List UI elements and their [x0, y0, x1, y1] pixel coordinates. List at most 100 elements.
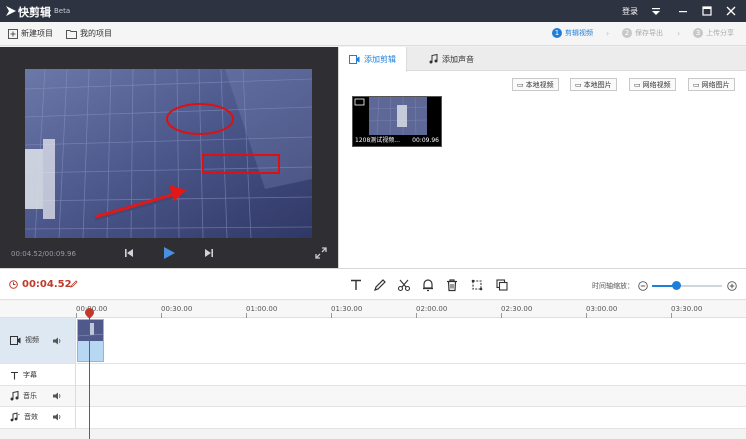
step-number: 2: [622, 28, 632, 38]
step-upload-share[interactable]: 3 上传分享: [693, 28, 734, 38]
preview-pane: 00:04.52/00:09.96: [0, 47, 338, 268]
step-number: 3: [693, 28, 703, 38]
play-icon[interactable]: [162, 246, 176, 260]
new-project-label: 新建项目: [21, 29, 53, 38]
menu-bar: 新建项目 我的项目 1 剪辑视频 › 2 保存导出 › 3 上传分享: [0, 22, 746, 46]
clip-duration: 00:09.96: [412, 137, 439, 144]
step-label: 剪辑视频: [565, 29, 593, 37]
track-label: 音乐: [23, 392, 37, 400]
zoom-out-icon[interactable]: [638, 281, 648, 291]
chevron-right-icon: ›: [606, 29, 610, 38]
current-time: 00:04.52: [22, 279, 72, 290]
subtitle-track[interactable]: 字幕: [0, 364, 746, 386]
video-icon: [349, 55, 360, 64]
beta-label: Beta: [54, 7, 71, 15]
video-frame[interactable]: [25, 69, 312, 238]
text-icon: [11, 371, 18, 379]
new-project-button[interactable]: 新建项目: [8, 28, 53, 39]
crop-rotate-icon[interactable]: [470, 278, 484, 292]
step-edit-video[interactable]: 1 剪辑视频: [552, 28, 593, 38]
music-track[interactable]: 音乐: [0, 386, 746, 407]
track-label: 音效: [24, 413, 38, 421]
local-video-button[interactable]: ▭ 本地视频: [512, 78, 559, 91]
speaker-icon[interactable]: [52, 412, 62, 422]
speaker-icon[interactable]: [52, 336, 62, 346]
copy-icon[interactable]: [495, 278, 509, 292]
music-icon: [10, 391, 19, 401]
tab-add-audio[interactable]: 添加声音: [419, 47, 484, 71]
video-track[interactable]: 视频: [0, 318, 746, 364]
speaker-icon[interactable]: [52, 391, 62, 401]
my-projects-button[interactable]: 我的项目: [66, 28, 112, 39]
image-file-icon: ▭: [575, 80, 582, 89]
playhead-line: [89, 311, 90, 439]
ruler-tick-label: 00:30.00: [161, 305, 193, 313]
app-logo-icon: [6, 6, 16, 16]
zoom-label: 时间轴缩放：: [592, 282, 634, 290]
ruler-tick-label: 03:30.00: [671, 305, 703, 313]
clock-icon: [9, 280, 18, 289]
next-frame-icon[interactable]: [202, 246, 216, 260]
preview-time: 00:04.52/00:09.96: [11, 250, 76, 258]
tab-add-clip[interactable]: 添加剪辑: [339, 47, 407, 72]
online-video-button[interactable]: ▭ 网络视频: [629, 78, 676, 91]
video-icon: [10, 335, 21, 345]
title-bar: 快剪辑 Beta 登录: [0, 0, 746, 22]
scissors-icon[interactable]: [397, 278, 411, 292]
maximize-icon[interactable]: [699, 3, 715, 19]
clip-frame-image: [78, 320, 103, 341]
sound-effect-icon: [10, 412, 20, 422]
zoom-in-icon[interactable]: [727, 281, 737, 291]
ruler-tick-label: 01:00.00: [246, 305, 278, 313]
video-file-icon: ▭: [634, 80, 641, 89]
minimize-icon[interactable]: [675, 3, 691, 19]
local-image-button[interactable]: ▭ 本地图片: [570, 78, 617, 91]
step-label: 保存导出: [635, 29, 663, 37]
ruler-tick-label: 03:00.00: [586, 305, 618, 313]
tab-label: 添加剪辑: [364, 55, 396, 64]
dropdown-menu-icon[interactable]: [648, 3, 664, 19]
track-label: 视频: [25, 336, 39, 344]
timeline-ruler[interactable]: 00:00.00 00:30.00 01:00.00 01:30.00 02:0…: [0, 301, 746, 318]
video-file-icon: ▭: [517, 80, 524, 89]
tab-label: 添加声音: [442, 54, 474, 64]
music-track-label: 音乐: [10, 391, 37, 401]
chevron-right-icon: ›: [677, 29, 681, 38]
trash-icon[interactable]: [445, 278, 459, 292]
ruler-tick-label: 01:30.00: [331, 305, 363, 313]
music-note-icon: [429, 54, 438, 64]
zoom-slider-thumb[interactable]: [672, 281, 681, 290]
close-icon[interactable]: [723, 3, 739, 19]
track-label: 字幕: [23, 371, 37, 379]
sound-effect-track[interactable]: 音效: [0, 407, 746, 429]
pencil-icon[interactable]: [373, 278, 387, 292]
edit-toolbar: 00:04.52 时间轴缩放：: [0, 268, 746, 300]
timeline-video-clip[interactable]: [77, 319, 104, 362]
subtitle-track-label: 字幕: [10, 370, 37, 380]
bell-icon[interactable]: [421, 278, 435, 292]
ruler-tick-label: 02:30.00: [501, 305, 533, 313]
my-projects-label: 我的项目: [80, 29, 112, 38]
sound-effect-track-label: 音效: [10, 412, 38, 422]
step-label: 上传分享: [706, 29, 734, 37]
media-tab-bar: 添加剪辑 添加声音: [339, 47, 746, 72]
fullscreen-icon[interactable]: [314, 246, 328, 260]
text-icon[interactable]: [349, 278, 363, 292]
button-label: 网络视频: [642, 80, 671, 89]
previous-frame-icon[interactable]: [122, 246, 136, 260]
clip-name: 1208测试视频...: [355, 137, 400, 144]
image-file-icon: ▭: [693, 80, 700, 89]
media-panel: 添加剪辑 添加声音 ▭ 本地视频 ▭ 本地图片 ▭ 网络视频 ▭ 网络图片 12…: [338, 47, 746, 268]
media-clip-thumbnail[interactable]: 1208测试视频... 00:09.96: [352, 96, 442, 147]
folder-icon: [66, 29, 77, 39]
video-track-label: 视频: [10, 335, 39, 345]
ruler-tick-label: 02:00.00: [416, 305, 448, 313]
login-link[interactable]: 登录: [622, 6, 638, 17]
online-image-button[interactable]: ▭ 网络图片: [688, 78, 735, 91]
edit-time-icon[interactable]: [70, 280, 78, 288]
app-name: 快剪辑: [18, 6, 51, 19]
new-project-icon: [8, 28, 18, 39]
button-label: 本地视频: [525, 80, 554, 89]
step-save-export[interactable]: 2 保存导出: [622, 28, 663, 38]
button-label: 本地图片: [583, 80, 612, 89]
